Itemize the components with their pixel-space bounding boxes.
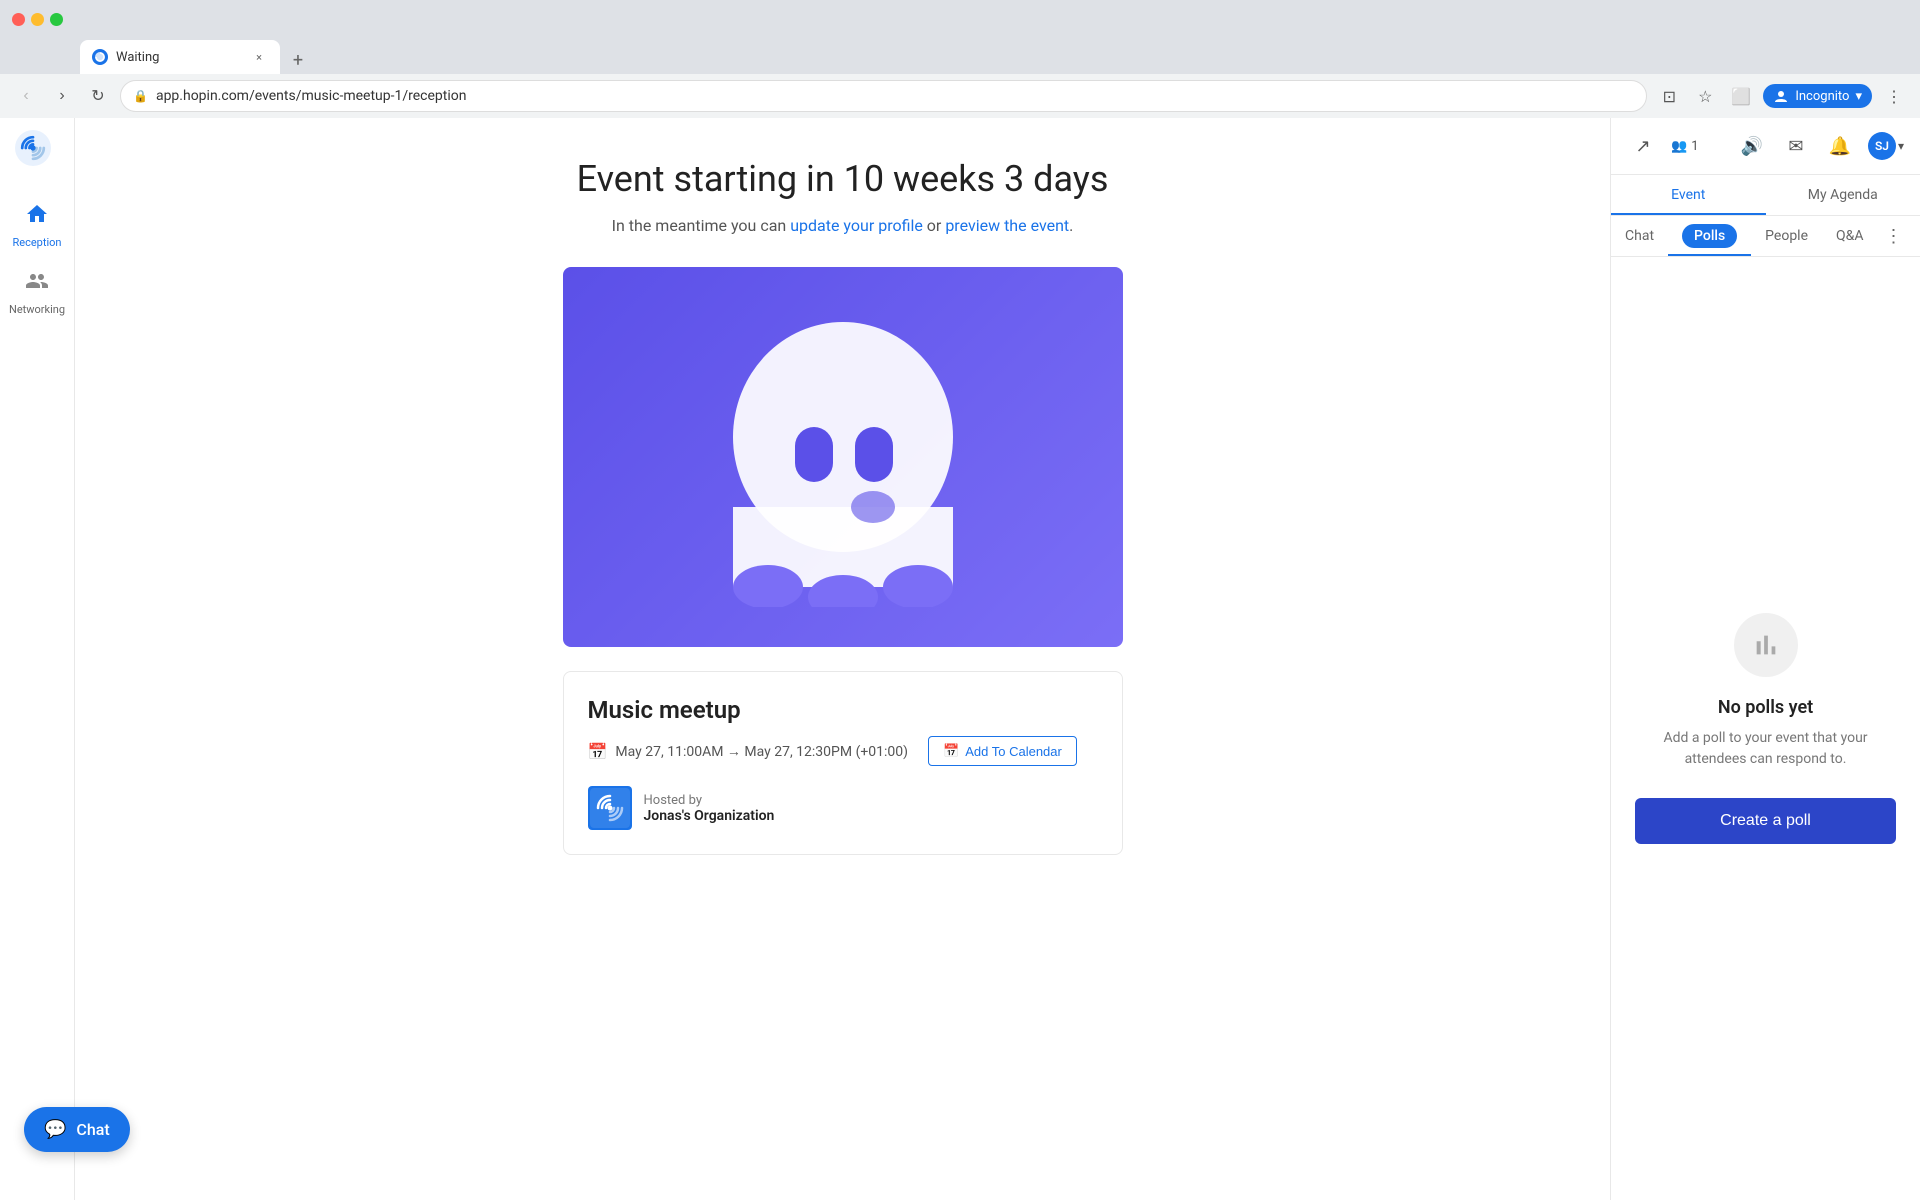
tab-title: Waiting xyxy=(116,50,242,65)
right-panel: ↗ 👥 1 🔊 ✉ 🔔 SJ ▾ Event xyxy=(1610,118,1920,1200)
or-text: or xyxy=(923,216,945,235)
user-avatar-dropdown[interactable]: SJ ▾ xyxy=(1868,132,1904,160)
event-name: Music meetup xyxy=(588,696,1098,724)
tab-my-agenda-label: My Agenda xyxy=(1808,187,1878,203)
event-image-ghost xyxy=(713,307,973,607)
add-to-calendar-label: Add To Calendar xyxy=(965,744,1062,759)
sub-tab-polls[interactable]: Polls xyxy=(1668,216,1751,256)
sub-tab-people-label: People xyxy=(1765,228,1808,244)
user-avatar: SJ xyxy=(1868,132,1896,160)
sub-tab-chat[interactable]: Chat xyxy=(1611,216,1668,256)
networking-icon xyxy=(25,269,49,299)
share-icon[interactable]: ↗ xyxy=(1627,130,1659,162)
tab-event-label: Event xyxy=(1671,187,1705,203)
calendar-icon: 📅 xyxy=(588,742,608,761)
chat-fab-icon: 💬 xyxy=(44,1119,66,1140)
sub-tab-chat-label: Chat xyxy=(1625,228,1654,244)
browser-toolbar: ‹ › ↻ 🔒 app.hopin.com/events/music-meetu… xyxy=(0,74,1920,118)
close-button[interactable] xyxy=(12,13,25,26)
mail-icon[interactable]: ✉ xyxy=(1780,130,1812,162)
reception-label: Reception xyxy=(12,236,61,249)
event-subtitle: In the meantime you can update your prof… xyxy=(612,216,1074,235)
tab-bar: Waiting × + xyxy=(0,38,1920,74)
preview-event-link[interactable]: preview the event xyxy=(945,216,1069,235)
security-lock-icon: 🔒 xyxy=(133,89,148,103)
panel-left-controls: ↗ 👥 1 xyxy=(1627,130,1699,162)
add-to-calendar-button[interactable]: 📅 Add To Calendar xyxy=(928,736,1077,766)
minimize-button[interactable] xyxy=(31,13,44,26)
no-polls-icon-container xyxy=(1734,613,1798,677)
event-card: Music meetup 📅 May 27, 11:00AM → May 27,… xyxy=(563,671,1123,855)
people-icon: 👥 xyxy=(1671,139,1687,154)
event-image xyxy=(563,267,1123,647)
sub-tab-qa-label: Q&A xyxy=(1836,228,1863,244)
avatar-chevron-icon: ▾ xyxy=(1898,139,1904,153)
attendees-count: 1 xyxy=(1691,139,1698,154)
hosted-by-section: Hosted by Jonas's Organization xyxy=(588,786,1098,830)
hosted-by-label: Hosted by xyxy=(644,793,775,808)
tab-favicon xyxy=(92,49,108,65)
cast-icon[interactable]: ⊡ xyxy=(1655,82,1683,110)
traffic-lights xyxy=(12,13,63,26)
create-poll-button[interactable]: Create a poll xyxy=(1635,798,1896,844)
update-profile-link[interactable]: update your profile xyxy=(790,216,923,235)
main-content: Event starting in 10 weeks 3 days In the… xyxy=(75,118,1610,1200)
sub-tab-qa[interactable]: Q&A xyxy=(1822,216,1877,256)
star-icon[interactable]: ☆ xyxy=(1691,82,1719,110)
panel-sub-tabs: Chat Polls People Q&A ⋮ xyxy=(1611,216,1920,257)
tab-my-agenda[interactable]: My Agenda xyxy=(1766,175,1920,215)
browser-tab-waiting[interactable]: Waiting × xyxy=(80,40,280,74)
sidebar-item-networking[interactable]: Networking xyxy=(3,261,71,324)
chat-fab-button[interactable]: 💬 Chat xyxy=(24,1107,130,1152)
browser-titlebar xyxy=(0,0,1920,38)
subtitle-period: . xyxy=(1069,216,1073,235)
tab-search-icon[interactable]: ⬜ xyxy=(1727,82,1755,110)
maximize-button[interactable] xyxy=(50,13,63,26)
profile-badge[interactable]: Incognito ▾ xyxy=(1763,84,1872,108)
tab-event[interactable]: Event xyxy=(1611,175,1766,215)
host-info: Hosted by Jonas's Organization xyxy=(644,793,775,824)
reload-button[interactable]: ↻ xyxy=(84,82,112,110)
profile-label: Incognito xyxy=(1795,89,1849,104)
toolbar-actions: ⊡ ☆ ⬜ Incognito ▾ ⋮ xyxy=(1655,82,1908,110)
bar-chart-icon xyxy=(1750,629,1782,661)
event-countdown-title: Event starting in 10 weeks 3 days xyxy=(577,158,1109,200)
sidebar: Reception Networking xyxy=(0,118,75,1200)
polls-chip: Polls xyxy=(1682,224,1737,248)
sidebar-item-reception[interactable]: Reception xyxy=(3,194,71,257)
host-logo xyxy=(588,786,632,830)
networking-label: Networking xyxy=(9,303,65,316)
event-date-text: May 27, 11:00AM → May 27, 12:30PM (+01:0… xyxy=(615,743,908,760)
app-layout: Reception Networking Event starting in 1… xyxy=(0,118,1920,1200)
panel-header: ↗ 👥 1 🔊 ✉ 🔔 SJ ▾ xyxy=(1611,118,1920,175)
tab-close-button[interactable]: × xyxy=(250,48,268,66)
sub-tab-people[interactable]: People xyxy=(1751,216,1822,256)
profile-icon xyxy=(1773,88,1789,104)
polls-empty-state: No polls yet Add a poll to your event th… xyxy=(1611,257,1920,1200)
forward-button[interactable]: › xyxy=(48,82,76,110)
home-icon xyxy=(25,202,49,232)
no-polls-title: No polls yet xyxy=(1718,697,1813,718)
add-to-calendar-icon: 📅 xyxy=(943,743,959,759)
address-bar[interactable]: 🔒 app.hopin.com/events/music-meetup-1/re… xyxy=(120,80,1647,112)
chat-fab-label: Chat xyxy=(76,1120,109,1139)
back-button[interactable]: ‹ xyxy=(12,82,40,110)
event-date-row: 📅 May 27, 11:00AM → May 27, 12:30PM (+01… xyxy=(588,736,1098,766)
app-logo[interactable] xyxy=(15,130,59,174)
panel-main-tabs: Event My Agenda xyxy=(1611,175,1920,216)
no-polls-description: Add a poll to your event that your atten… xyxy=(1635,728,1896,770)
new-tab-button[interactable]: + xyxy=(284,46,312,74)
sub-tabs-more-button[interactable]: ⋮ xyxy=(1878,216,1910,256)
more-options-icon[interactable]: ⋮ xyxy=(1880,82,1908,110)
subtitle-prefix: In the meantime you can xyxy=(612,216,791,235)
url-text: app.hopin.com/events/music-meetup-1/rece… xyxy=(156,88,1634,104)
volume-icon[interactable]: 🔊 xyxy=(1736,130,1768,162)
attendees-badge: 👥 1 xyxy=(1671,139,1699,154)
panel-right-controls: 🔊 ✉ 🔔 SJ ▾ xyxy=(1736,130,1904,162)
host-name: Jonas's Organization xyxy=(644,808,775,824)
bell-icon[interactable]: 🔔 xyxy=(1824,130,1856,162)
profile-chevron-icon: ▾ xyxy=(1855,89,1862,104)
